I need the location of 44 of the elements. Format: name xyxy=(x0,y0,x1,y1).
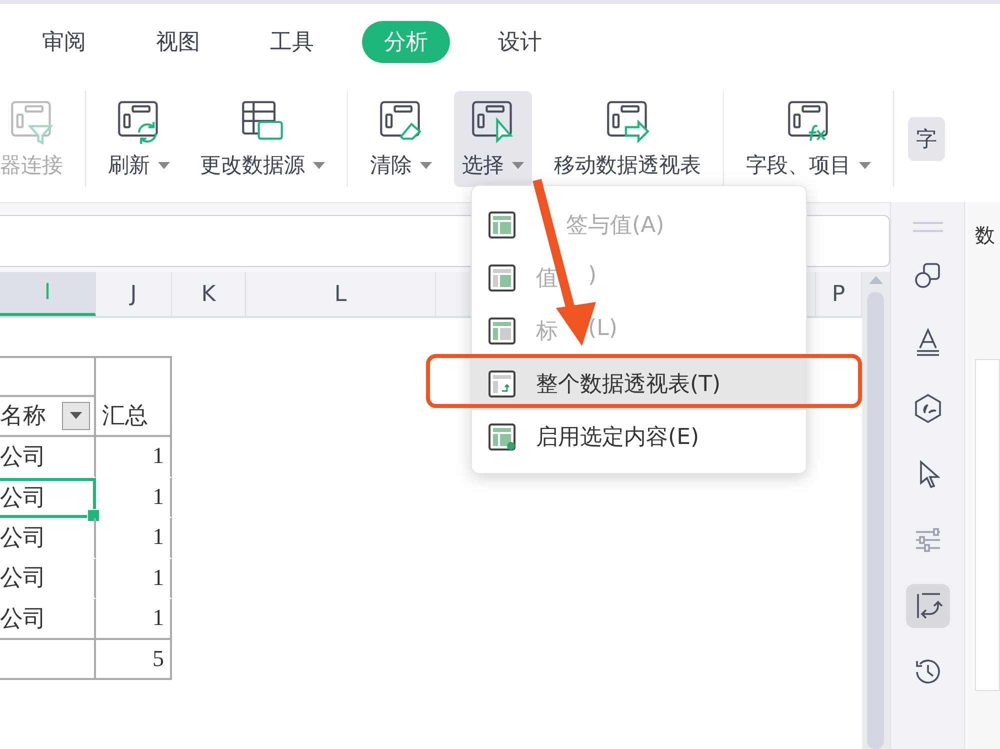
column-header[interactable]: J xyxy=(96,272,172,316)
table-cell: 1 xyxy=(96,558,172,599)
ribbon-tab[interactable]: 工具 xyxy=(248,21,336,63)
table-layout-icon xyxy=(488,210,516,238)
ribbon-button[interactable]: 更改数据源 xyxy=(192,91,333,187)
dropdown-caret-icon xyxy=(313,162,325,168)
dropdown-caret-icon xyxy=(859,162,871,168)
fill-handle[interactable] xyxy=(87,509,100,522)
vertical-scrollbar[interactable] xyxy=(862,272,890,749)
dropdown-caret-icon xyxy=(158,162,170,168)
table-cell: 公司 xyxy=(0,437,96,478)
dropdown-caret-icon xyxy=(512,162,524,168)
table-layout-icon xyxy=(488,316,516,344)
drag-handle-icon[interactable] xyxy=(912,222,942,232)
ribbon-button[interactable]: 选择 xyxy=(454,91,532,187)
table-cell: 汇总 xyxy=(96,396,172,437)
table-cell: 公司 xyxy=(0,518,96,558)
menu-item[interactable]: 整个数据透视表(T) xyxy=(472,357,806,410)
table-cell: 1 xyxy=(96,478,172,518)
ribbon-tab[interactable]: 视图 xyxy=(134,21,222,63)
table-cell: 1 xyxy=(96,599,172,640)
dropdown-caret-icon xyxy=(420,162,432,168)
ribbon-button[interactable]: 刷新 xyxy=(100,91,178,187)
table-layout-icon xyxy=(488,370,516,398)
ribbon-tab[interactable]: 设计 xyxy=(476,21,564,63)
ribbon-tab[interactable]: 审阅 xyxy=(20,21,108,63)
ribbon-button[interactable]: 移动数据透视表 xyxy=(546,91,709,187)
arrow-icon xyxy=(604,99,650,145)
table-cell: 公司 xyxy=(0,599,96,640)
column-header[interactable]: L xyxy=(246,272,436,316)
table-cell: 公司 xyxy=(0,558,96,599)
table-cell: 5 xyxy=(96,640,172,680)
filter-dropdown-button[interactable] xyxy=(62,402,90,430)
table-layout-icon xyxy=(488,264,516,292)
table-cell: 1 xyxy=(96,518,172,558)
filter-icon xyxy=(8,99,54,145)
table-cell: 1 xyxy=(96,437,172,478)
field-label: 名称 xyxy=(0,402,46,430)
column-header[interactable]: K xyxy=(172,272,246,316)
menu-item[interactable]: 启用选定内容(E) xyxy=(472,410,806,463)
table-layout-icon xyxy=(488,422,516,450)
ribbon-button[interactable]: 字 xyxy=(908,117,945,161)
ribbon-button[interactable]: 清除 xyxy=(362,91,440,187)
panel-title: 数 xyxy=(975,223,995,247)
